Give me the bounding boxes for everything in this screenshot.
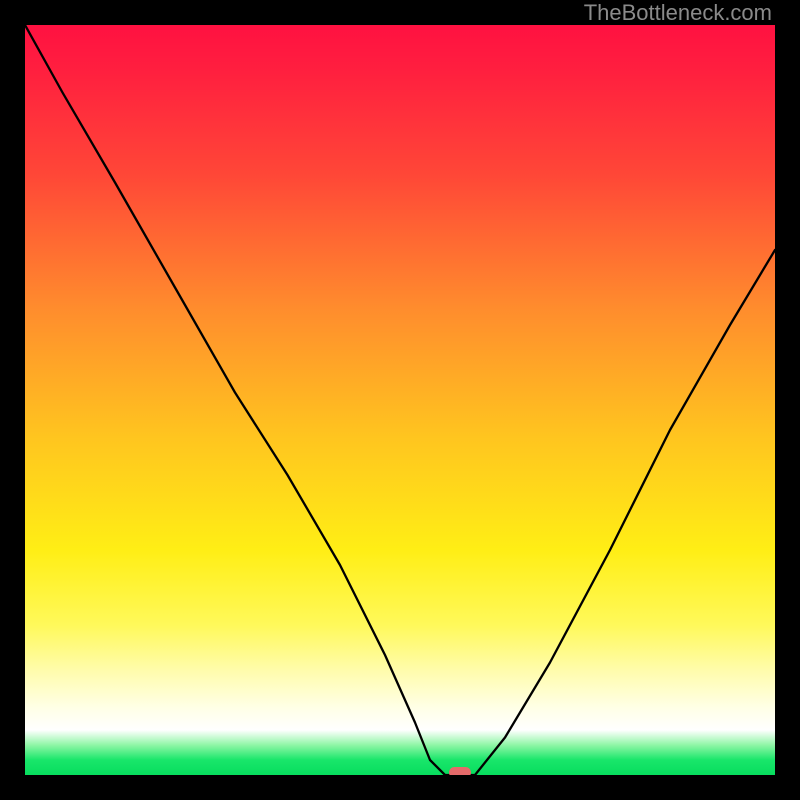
watermark-text: TheBottleneck.com: [584, 0, 772, 26]
chart-frame: TheBottleneck.com: [0, 0, 800, 800]
bottleneck-curve: [25, 25, 775, 775]
plot-area: [25, 25, 775, 775]
optimum-marker: [449, 767, 471, 775]
curve-layer: [25, 25, 775, 775]
